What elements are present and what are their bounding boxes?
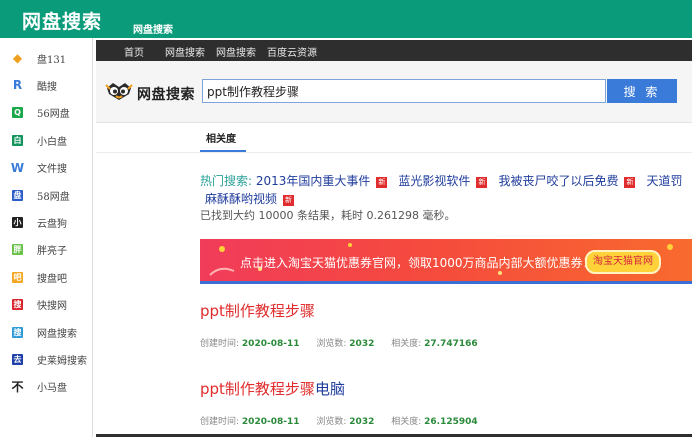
- sidebar-item[interactable]: R 酷搜: [0, 72, 92, 98]
- sidebar-item[interactable]: ◆ 盘131: [0, 45, 92, 71]
- sidebar-item[interactable]: 去 史莱姆搜索: [0, 346, 92, 372]
- sidebar-item[interactable]: 搜 快搜网: [0, 292, 92, 318]
- nav-home[interactable]: 首页: [124, 44, 144, 59]
- brand-title[interactable]: 网盘搜索: [22, 7, 102, 34]
- fat-logo-icon: 胖: [12, 244, 23, 256]
- views-value: 2032: [349, 417, 375, 427]
- result-title-extra[interactable]: 电脑: [315, 380, 345, 398]
- pan-logo-icon: 搜: [12, 326, 23, 338]
- q-logo-icon: Q: [12, 107, 23, 119]
- created-label: 创建时间:: [200, 417, 240, 427]
- promo-banner[interactable]: 点击进入淘宝天猫优惠券官网，领取1000万商品内部大额优惠券！ 淘宝天猫官网: [200, 239, 692, 284]
- nav-bar: 首页 网盘搜索 网盘搜索 百度云资源: [96, 40, 692, 61]
- created-value: 2020-08-11: [241, 417, 300, 427]
- mascot-logo-icon: [105, 83, 133, 100]
- sidebar-item-label: 58网盘: [37, 191, 70, 203]
- hot-search-link[interactable]: 天道罚: [646, 174, 682, 188]
- hot-search-label: 热门搜索:: [200, 174, 253, 188]
- fast-logo-icon: 搜: [12, 299, 23, 311]
- views-value: 2032: [349, 339, 375, 349]
- disk-logo-icon: 盘: [12, 189, 23, 201]
- result-title[interactable]: ppt制作教程步骤: [200, 300, 315, 321]
- hot-search-link[interactable]: 麻酥酥哟视频: [205, 192, 277, 206]
- nav-pan-search-2[interactable]: 网盘搜索: [216, 44, 256, 59]
- hot-search-row: 热门搜索: 2013年国内重大事件新蓝光影视软件新我被丧尸咬了以后免费新天道罚: [200, 172, 692, 189]
- relevance-value: 26.125904: [424, 417, 478, 427]
- sidebar-item[interactable]: 搜 网盘搜索: [0, 319, 92, 345]
- new-badge: 新: [476, 177, 488, 188]
- search-area: 网盘搜索 搜 索: [96, 61, 692, 123]
- tab-relevance[interactable]: 相关度: [206, 130, 236, 145]
- diamond-icon: ◆: [12, 51, 23, 65]
- search-logo-text: 网盘搜索: [137, 87, 195, 103]
- r-logo-icon: R: [12, 78, 23, 93]
- sidebar-item[interactable]: 不 小马盘: [0, 374, 92, 400]
- sidebar-item-label: 酷搜: [37, 81, 57, 93]
- sidebar-item-label: 盘131: [37, 54, 67, 66]
- result-title[interactable]: ppt制作教程步骤电脑: [200, 378, 345, 399]
- square-logo-icon: 白: [12, 134, 23, 146]
- banner-badge[interactable]: 淘宝天猫官网: [585, 250, 661, 274]
- horse-logo-icon: 不: [11, 380, 24, 395]
- search-input[interactable]: [202, 79, 606, 103]
- sidebar-item[interactable]: 白 小白盘: [0, 127, 92, 153]
- sidebar-item-label: 快搜网: [37, 301, 67, 313]
- slime-logo-icon: 去: [12, 353, 23, 365]
- sidebar-item-label: 小马盘: [37, 383, 67, 395]
- search-button[interactable]: 搜 索: [607, 79, 677, 103]
- sidebar-item-label: 胖亮子: [37, 246, 67, 258]
- tab-divider: [96, 152, 692, 153]
- result-count-text: 已找到大约 10000 条结果，耗时 0.261298 毫秒。: [200, 209, 456, 222]
- sidebar-item[interactable]: 小 云盘狗: [0, 209, 92, 235]
- nav-pan-search-1[interactable]: 网盘搜索: [165, 44, 205, 59]
- created-label: 创建时间:: [200, 339, 240, 349]
- hot-search-link[interactable]: 我被丧尸咬了以后免费: [498, 174, 618, 188]
- top-tab[interactable]: 网盘搜索: [133, 21, 173, 36]
- top-header: 网盘搜索 网盘搜索: [0, 0, 692, 38]
- sidebar: ◆ 盘131 R 酷搜 Q 56网盘白 小白盘 W 文件搜盘 58网盘小 云盘狗胖 胖亮子吧 搜盘吧搜 快…: [0, 38, 93, 437]
- hot-search-link[interactable]: 2013年国内重大事件: [256, 174, 371, 188]
- banner-text: 点击进入淘宝天猫优惠券官网，领取1000万商品内部大额优惠券！: [240, 256, 595, 270]
- sidebar-item-label: 文件搜: [37, 164, 67, 176]
- sidebar-item-label: 云盘狗: [37, 218, 67, 230]
- sidebar-item[interactable]: 胖 胖亮子: [0, 237, 92, 263]
- sidebar-item-label: 搜盘吧: [37, 273, 67, 285]
- views-label: 浏览数:: [316, 417, 347, 427]
- sidebar-item-label: 56网盘: [37, 109, 70, 121]
- new-badge: 新: [283, 195, 295, 206]
- views-label: 浏览数:: [316, 339, 347, 349]
- sidebar-item[interactable]: 吧 搜盘吧: [0, 264, 92, 290]
- sidebar-item[interactable]: 盘 58网盘: [0, 182, 92, 208]
- sidebar-item[interactable]: Q 56网盘: [0, 100, 92, 126]
- result-meta: 创建时间: 2020-08-11 浏览数: 2032 相关度: 26.12590…: [200, 414, 492, 427]
- nav-baidu-resources[interactable]: 百度云资源: [267, 44, 317, 59]
- sidebar-item-label: 小白盘: [37, 136, 67, 148]
- created-value: 2020-08-11: [241, 339, 300, 349]
- search-logo-icon: 吧: [12, 271, 23, 283]
- hot-search-link[interactable]: 蓝光影视软件: [398, 174, 470, 188]
- relevance-value: 27.747166: [424, 339, 478, 349]
- result-title-text[interactable]: ppt制作教程步骤: [200, 302, 315, 320]
- hot-search-row: 麻酥酥哟视频新: [205, 190, 305, 207]
- result-title-text[interactable]: ppt制作教程步骤: [200, 380, 315, 398]
- relevance-label: 相关度:: [391, 339, 422, 349]
- w-logo-icon: W: [10, 160, 25, 175]
- dog-logo-icon: 小: [12, 216, 23, 228]
- sidebar-item-label: 网盘搜索: [37, 328, 77, 340]
- new-badge: 新: [376, 177, 388, 188]
- sidebar-item[interactable]: W 文件搜: [0, 155, 92, 181]
- new-badge: 新: [624, 177, 636, 188]
- sidebar-item-label: 史莱姆搜索: [37, 355, 87, 367]
- result-meta: 创建时间: 2020-08-11 浏览数: 2032 相关度: 27.74716…: [200, 336, 492, 349]
- relevance-label: 相关度:: [391, 417, 422, 427]
